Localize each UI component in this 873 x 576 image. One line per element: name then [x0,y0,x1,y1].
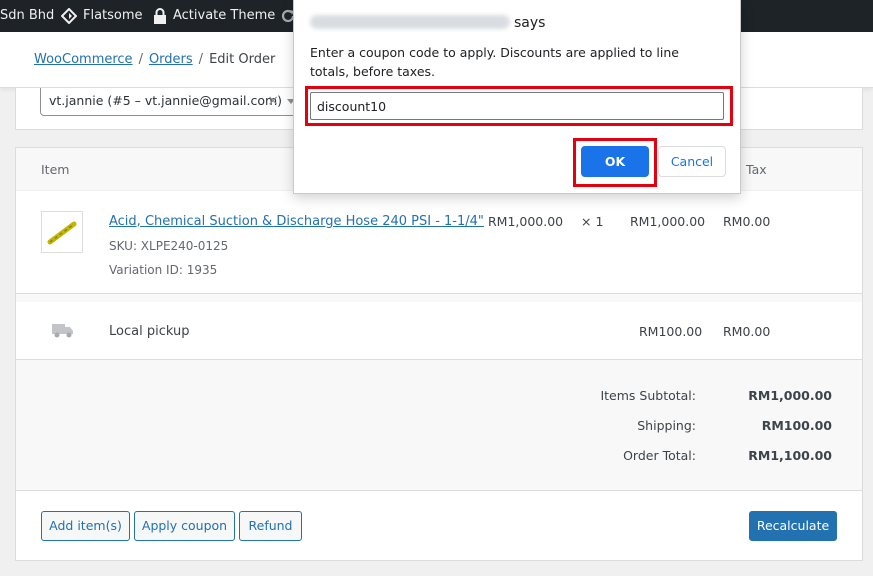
order-total-value: RM1,100.00 [748,448,832,463]
breadcrumb-current: Edit Order [209,52,276,67]
blurred-host [310,15,510,29]
dialog-says: says [514,15,546,31]
shipping-method-label: Local pickup [109,324,190,339]
shipping-total: RM100.00 [639,324,703,339]
recalculate-button[interactable]: Recalculate [749,511,837,541]
ok-highlight-box [573,138,657,187]
apply-coupon-button[interactable]: Apply coupon [134,511,235,541]
item-tax: RM0.00 [723,214,771,229]
flatsome-logo-icon [61,7,77,24]
breadcrumb-separator: / [138,52,143,67]
row-separator [16,294,862,302]
shipping-total-value: RM100.00 [761,418,832,433]
admin-bar-flatsome[interactable]: Flatsome [61,0,143,32]
dialog-message: Enter a coupon code to apply. Discounts … [310,45,679,79]
items-subtotal-label: Items Subtotal: [600,388,696,403]
shipping-row: Local pickup RM100.00 RM0.00 [16,302,862,360]
truck-icon [52,324,73,338]
admin-bar-flatsome-label: Flatsome [83,8,143,23]
product-variation-id: Variation ID: 1935 [109,263,218,277]
order-actions: Add item(s) Apply coupon Refund Recalcul… [16,490,862,560]
item-total: RM1,000.00 [630,214,706,229]
hose-image-icon [47,221,77,245]
cancel-button[interactable]: Cancel [658,146,726,177]
admin-bar-activate-theme[interactable]: Activate Theme [153,0,275,32]
product-thumbnail [41,211,83,253]
item-quantity: × 1 [581,214,604,229]
order-total-label: Order Total: [623,448,696,463]
input-highlight-box [305,86,733,126]
shipping-total-label: Shipping: [637,418,696,433]
header-tax: Tax [746,162,767,177]
admin-bar-activate-label: Activate Theme [173,8,276,23]
lock-icon [154,7,166,24]
breadcrumb: WooCommerce / Orders / Edit Order [34,52,275,67]
clear-icon[interactable]: × [267,88,279,114]
breadcrumb-orders-link[interactable]: Orders [149,52,193,67]
coupon-prompt-dialog: says Enter a coupon code to apply. Disco… [293,0,741,194]
order-totals: Items Subtotal: RM1,000.00 Shipping: RM1… [16,360,862,490]
refund-button[interactable]: Refund [239,511,302,541]
dialog-title: says [310,15,545,31]
admin-bar-site-name[interactable]: Sdn Bhd [0,0,54,32]
product-link[interactable]: Acid, Chemical Suction & Discharge Hose … [109,214,484,229]
item-cost: RM1,000.00 [488,214,564,229]
product-sku: SKU: XLPE240-0125 [109,239,229,253]
customer-select[interactable]: vt.jannie (#5 – vt.jannie@gmail.com) × [40,88,302,116]
breadcrumb-separator: / [198,52,204,67]
add-items-button[interactable]: Add item(s) [41,511,130,541]
items-subtotal-value: RM1,000.00 [748,388,832,403]
table-row: Acid, Chemical Suction & Discharge Hose … [16,191,862,294]
order-items-panel: Item Tax Acid, Chemical Suction & Discha… [15,147,863,561]
breadcrumb-woocommerce-link[interactable]: WooCommerce [34,52,133,67]
customer-select-value: vt.jannie (#5 – vt.jannie@gmail.com) [49,93,283,108]
shipping-tax: RM0.00 [723,324,771,339]
header-item: Item [41,162,70,177]
